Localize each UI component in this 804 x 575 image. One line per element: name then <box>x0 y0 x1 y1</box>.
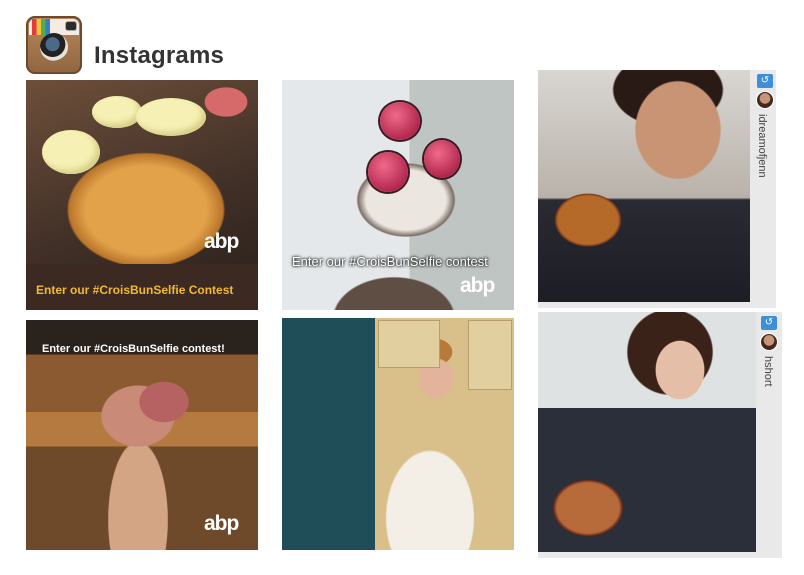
abp-watermark: abp <box>204 512 239 535</box>
instagram-post-6[interactable]: ↺ hshort <box>538 312 782 558</box>
avatar <box>761 334 777 350</box>
contest-caption: Enter our #CroisBunSelfie contest <box>292 254 488 269</box>
instagram-header: Instagrams <box>26 14 224 76</box>
instagram-post-1[interactable]: abp Enter our #CroisBunSelfie Contest <box>26 80 258 310</box>
contest-banner-text: Enter our #CroisBunSelfie Contest <box>36 283 234 297</box>
repost-sidebar: ↺ idreamofjenn <box>754 70 776 308</box>
instagram-post-2[interactable]: Enter our #CroisBunSelfie contest abp <box>282 80 514 310</box>
photo-selfie-with-croisbun <box>538 70 750 302</box>
contest-caption: Enter our #CroisBunSelfie contest! <box>42 343 225 355</box>
repost-icon[interactable]: ↺ <box>761 316 777 330</box>
repost-sidebar: ↺ hshort <box>758 312 782 558</box>
repost-username[interactable]: idreamofjenn <box>756 114 768 178</box>
instagram-camera-icon[interactable] <box>26 16 82 74</box>
instagram-post-5[interactable] <box>282 318 514 550</box>
instagram-post-4[interactable]: Enter our #CroisBunSelfie contest! abp <box>26 320 258 550</box>
avatar <box>757 92 773 108</box>
instagram-post-3[interactable]: ↺ idreamofjenn <box>538 70 776 308</box>
abp-watermark: abp <box>204 230 239 253</box>
section-title: Instagrams <box>94 42 225 69</box>
repost-username[interactable]: hshort <box>762 356 774 387</box>
contest-banner: Enter our #CroisBunSelfie Contest <box>26 264 258 310</box>
repost-icon[interactable]: ↺ <box>757 74 773 88</box>
abp-watermark: abp <box>460 274 495 297</box>
photo-selfie-with-stethoscope <box>538 312 756 552</box>
